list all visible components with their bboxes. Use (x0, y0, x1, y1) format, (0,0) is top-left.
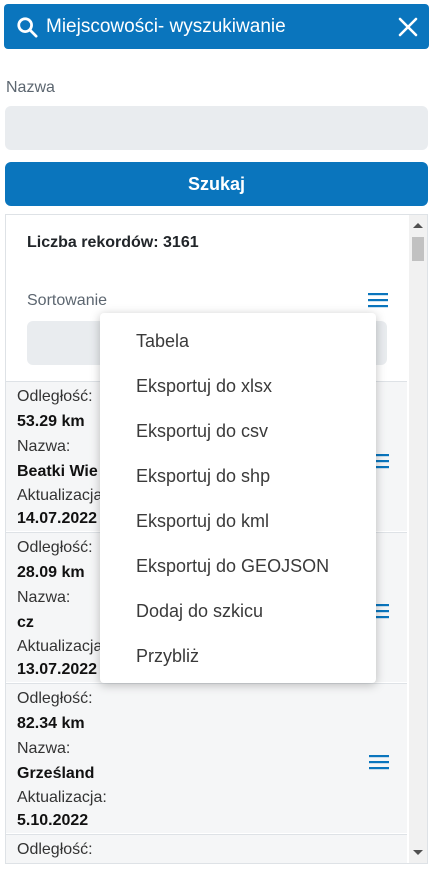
menu-icon[interactable] (368, 753, 390, 771)
page-title: Miejscowości- wyszukiwanie (46, 16, 286, 37)
name-value: Grześland (17, 765, 95, 782)
updated-label: Aktualizacja: (17, 638, 107, 655)
name-label: Nazwa (6, 79, 55, 96)
context-menu: Tabela Eksportuj do xlsx Eksportuj do cs… (100, 313, 376, 683)
scroll-down-icon[interactable] (413, 850, 423, 855)
scroll-up-icon[interactable] (413, 223, 423, 228)
updated-value: 13.07.2022 (17, 661, 98, 678)
distance-label: Odległość: (17, 690, 93, 707)
menu-item-export-geojson[interactable]: Eksportuj do GEOJSON (100, 544, 376, 589)
search-icon (17, 17, 38, 38)
distance-label: Odległość: (17, 539, 93, 556)
name-label: Nazwa: (17, 438, 71, 455)
close-icon[interactable] (396, 15, 420, 39)
distance-value: 53.29 km (17, 413, 85, 430)
updated-label: Aktualizacja: (17, 789, 107, 806)
sort-label: Sortowanie (27, 292, 108, 309)
updated-value: 5.10.2022 (17, 812, 89, 829)
list-item: Odległość: (6, 834, 407, 863)
updated-value: 14.07.2022 (17, 510, 98, 527)
distance-value: 82.34 km (17, 715, 85, 732)
menu-item-add-to-sketch[interactable]: Dodaj do szkicu (100, 589, 376, 634)
scrollbar[interactable] (409, 215, 427, 863)
menu-item-export-shp[interactable]: Eksportuj do shp (100, 454, 376, 499)
menu-icon[interactable] (366, 290, 390, 310)
menu-item-export-csv[interactable]: Eksportuj do csv (100, 409, 376, 454)
record-count: Liczba rekordów: 3161 (27, 234, 199, 251)
name-value: Beatki Wie (17, 463, 98, 480)
name-value: cz (17, 614, 34, 631)
menu-item-export-kml[interactable]: Eksportuj do kml (100, 499, 376, 544)
scrollbar-thumb[interactable] (412, 237, 424, 261)
search-button[interactable]: Szukaj (5, 162, 428, 206)
menu-item-export-xlsx[interactable]: Eksportuj do xlsx (100, 364, 376, 409)
name-label: Nazwa: (17, 740, 71, 757)
list-item: Odległość: 82.34 km Nazwa: Grześland Akt… (6, 683, 407, 833)
header-bar: Miejscowości- wyszukiwanie (4, 4, 429, 49)
distance-label: Odległość: (17, 388, 93, 405)
name-label: Nazwa: (17, 589, 71, 606)
name-input[interactable] (5, 106, 428, 150)
distance-value: 28.09 km (17, 564, 85, 581)
menu-item-table[interactable]: Tabela (100, 319, 376, 364)
menu-item-zoom[interactable]: Przybliż (100, 634, 376, 679)
distance-label: Odległość: (17, 841, 93, 858)
updated-label: Aktualizacja: (17, 487, 107, 504)
